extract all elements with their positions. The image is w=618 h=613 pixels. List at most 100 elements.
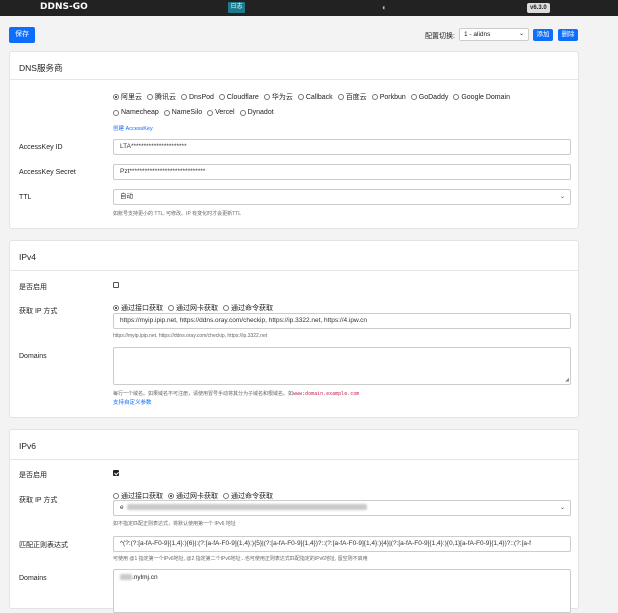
provider-radio-4[interactable]: 华为云 xyxy=(263,92,293,102)
radio-circle-icon xyxy=(297,94,304,100)
ipv6-card: IPv6 是否启用 获取 IP 方式 通过接口获取 通过网卡获取 通过命令获取 e ⌄… xyxy=(9,429,579,613)
ipv6-enable-checkbox[interactable] xyxy=(113,470,119,476)
radio-circle-icon xyxy=(163,109,170,116)
chevron-down-icon: ⌄ xyxy=(559,194,565,200)
ipv4-domains-label: Domains xyxy=(19,353,47,360)
dns-provider-card: DNS服务商 阿里云 腾讯云 DnsPod Cloudflare 华为云 Callback… xyxy=(9,51,579,229)
provider-radio-7[interactable]: Porkbun xyxy=(371,92,406,102)
radio-circle-icon xyxy=(113,109,119,116)
provider2-radio-1[interactable]: NameSilo xyxy=(163,109,203,116)
provider2-radio-label: Namecheap xyxy=(121,109,159,116)
radio-circle-icon xyxy=(223,493,229,499)
ipv4-url-hint: https://myip.ipip.net, https://ddns.oray… xyxy=(113,333,268,339)
provider2-radio-2[interactable]: Vercel xyxy=(207,109,235,116)
ipv4-method-radio-label: 通过网卡获取 xyxy=(176,305,218,312)
provider-radio-label: 阿里云 xyxy=(121,94,142,101)
provider-radio-8[interactable]: GoDaddy xyxy=(410,92,449,102)
redacted-subdomain xyxy=(120,574,132,581)
resize-handle-icon[interactable]: ◢ xyxy=(565,378,569,383)
ttl-select[interactable]: 自动 ⌄ xyxy=(113,189,571,205)
ipv6-method-label: 获取 IP 方式 xyxy=(19,497,58,504)
create-accesskey-link[interactable]: 创建 AccessKey xyxy=(113,124,153,132)
ipv4-card-title: IPv4 xyxy=(19,252,37,262)
theme-toggle-icon[interactable]: ◐ xyxy=(382,3,391,12)
accesskey-secret-label: AccessKey Secret xyxy=(19,169,76,176)
ipv6-domains-textarea[interactable]: .nylmj.cn xyxy=(113,569,571,613)
provider-radio-group-2: Namecheap NameSilo Vercel Dynadot xyxy=(113,109,543,116)
chevron-down-icon: ⌄ xyxy=(518,31,524,37)
radio-circle-icon xyxy=(113,94,119,100)
ipv6-nic-select[interactable]: e ⌄ xyxy=(113,500,571,516)
radio-circle-icon xyxy=(113,305,119,311)
radio-circle-icon xyxy=(207,109,214,116)
ipv6-regex-input[interactable]: ^(?:(?:[a-fA-F0-9]{1,4}:){6}|:(?:[a-fA-F… xyxy=(113,536,571,552)
ipv4-card: IPv4 是否启用 获取 IP 方式 通过接口获取 通过网卡获取 通过命令获取 ht… xyxy=(9,240,579,418)
accesskey-id-input[interactable]: LTA********************** xyxy=(113,139,571,155)
ipv4-method-radio-label: 通过命令获取 xyxy=(231,305,273,312)
ipv6-domain-value: .nylmj.cn xyxy=(132,574,158,581)
provider2-radio-3[interactable]: Dynadot xyxy=(239,109,274,116)
top-navbar: DDNS-GO 日志 ◐ v6.3.0 xyxy=(0,0,618,16)
ipv6-regex-value: ^(?:(?:[a-fA-F0-9]{1,4}:){6}|:(?:[a-fA-F… xyxy=(120,540,531,547)
ipv6-enable-label: 是否启用 xyxy=(19,472,47,479)
config-switch-label: 配置切换: xyxy=(425,33,455,40)
chevron-down-icon: ⌄ xyxy=(559,505,565,511)
radio-circle-icon xyxy=(168,493,174,499)
nic-select-prefix: e xyxy=(120,504,124,511)
ipv4-domains-textarea[interactable]: ◢ xyxy=(113,347,571,385)
config-select[interactable]: 1 - alidns ⌄ xyxy=(459,28,529,41)
accesskey-id-value: LTA********************** xyxy=(120,143,187,150)
provider2-radio-label: Vercel xyxy=(215,109,235,116)
provider-radio-5[interactable]: Callback xyxy=(297,92,333,102)
radio-circle-icon xyxy=(453,94,460,100)
radio-circle-icon xyxy=(337,94,344,100)
divider xyxy=(10,79,578,80)
log-button[interactable]: 日志 xyxy=(228,2,245,13)
ipv4-method-radio-1[interactable]: 通过网卡获取 xyxy=(168,303,218,313)
save-button[interactable]: 保存 xyxy=(9,27,35,43)
add-config-button[interactable]: 添加 xyxy=(533,29,553,41)
radio-circle-icon xyxy=(113,493,119,499)
ipv6-regex-hint: 可使用 @1 指定第一个IPv6地址, @2 指定第二个IPv6地址...也可使… xyxy=(113,556,368,562)
provider-radio-label: Callback xyxy=(305,93,333,101)
divider xyxy=(10,459,578,460)
version-badge: v6.3.0 xyxy=(527,3,550,13)
provider-radio-3[interactable]: Cloudflare xyxy=(218,92,259,102)
brand-title: DDNS-GO xyxy=(40,2,88,12)
provider-radio-9[interactable]: Google Domain xyxy=(453,92,510,102)
provider-radio-1[interactable]: 腾讯云 xyxy=(147,92,176,102)
ipv4-method-radio-label: 通过接口获取 xyxy=(121,305,163,312)
ttl-select-value: 自动 xyxy=(120,193,133,200)
ipv4-enable-checkbox[interactable] xyxy=(113,282,119,288)
radio-circle-icon xyxy=(223,305,229,311)
ipv4-url-input[interactable]: https://myip.ipip.net, https://ddns.oray… xyxy=(113,313,571,329)
provider-radio-group: 阿里云 腾讯云 DnsPod Cloudflare 华为云 Callback 百度云 Pork… xyxy=(113,92,543,102)
config-select-value: 1 - alidns xyxy=(464,31,491,38)
accesskey-secret-value: Pzt****************************** xyxy=(120,168,206,175)
radio-circle-icon xyxy=(371,94,378,100)
provider2-radio-label: NameSilo xyxy=(171,109,203,116)
provider-radio-2[interactable]: DnsPod xyxy=(181,92,214,102)
ipv4-method-radio-2[interactable]: 通过命令获取 xyxy=(223,303,273,313)
provider-radio-label: 百度云 xyxy=(345,94,367,101)
ipv4-method-radio-0[interactable]: 通过接口获取 xyxy=(113,303,163,313)
ipv6-nic-hint: 如不指定匹配正则表达式，将默认使用第一个 IPv6 地址 xyxy=(113,521,236,527)
domains-hint-text: 每行一个域名。如果域名不可注册，请使用冒号手动将其分为子域名和根域名。如 xyxy=(113,391,294,397)
provider-radio-0[interactable]: 阿里云 xyxy=(113,92,142,102)
ipv6-regex-label: 匹配正则表达式 xyxy=(19,542,68,549)
provider-radio-6[interactable]: 百度云 xyxy=(337,92,367,102)
ipv4-method-radio-group: 通过接口获取 通过网卡获取 通过命令获取 xyxy=(113,303,543,313)
accesskey-secret-input[interactable]: Pzt****************************** xyxy=(113,164,571,180)
provider2-radio-0[interactable]: Namecheap xyxy=(113,109,159,116)
radio-circle-icon xyxy=(218,94,225,100)
redacted-nic-value xyxy=(126,504,367,511)
radio-circle-icon xyxy=(239,109,246,116)
custom-params-link[interactable]: 支持自定义参数 xyxy=(113,398,152,406)
ttl-label: TTL xyxy=(19,194,32,201)
provider-radio-label: GoDaddy xyxy=(418,93,449,101)
delete-config-button[interactable]: 删除 xyxy=(558,29,578,41)
divider xyxy=(10,270,578,271)
provider-radio-label: Porkbun xyxy=(379,93,406,101)
radio-circle-icon xyxy=(147,94,153,100)
provider-radio-label: DnsPod xyxy=(189,93,214,101)
